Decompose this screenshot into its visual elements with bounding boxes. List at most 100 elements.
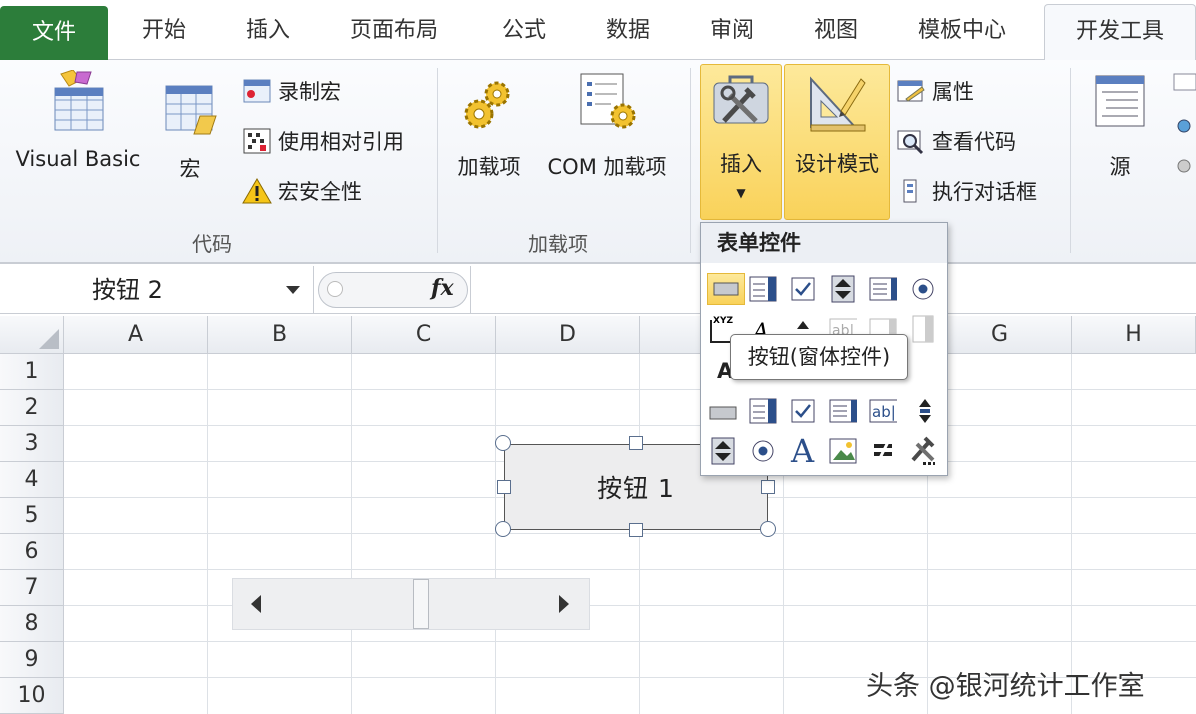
tab-developer[interactable]: 开发工具 [1044,4,1196,62]
activex-label-icon[interactable]: A [789,434,817,464]
row-header[interactable]: 8 [0,606,64,642]
activex-button-icon[interactable] [709,399,737,427]
column-header[interactable]: D [496,316,640,354]
gears-icon [464,81,510,129]
relative-references-button[interactable]: 使用相对引用 [242,126,404,156]
resize-handle[interactable] [761,480,775,494]
tab-data[interactable]: 数据 [606,14,650,48]
activex-spin-button-icon[interactable] [709,437,737,465]
properties-icon [897,80,925,102]
column-header[interactable]: C [352,316,496,354]
activex-text-box-icon[interactable]: ab| [869,397,897,425]
activex-toggle-button-icon[interactable] [869,437,897,465]
row-header[interactable]: 3 [0,426,64,462]
view-code-button[interactable]: 查看代码 [896,126,1016,156]
xml-source-icon [1095,75,1145,127]
scroll-right-icon[interactable] [559,595,569,613]
com-addins-label: COM 加载项 [547,155,667,179]
resize-handle[interactable] [629,436,643,450]
gridline [64,425,1196,426]
gridline [351,354,352,714]
row-header[interactable]: 9 [0,642,64,678]
combo-dropdown-icon[interactable] [909,315,937,343]
insert-control-label: 插入 [720,152,762,176]
scrollbar-control[interactable] [232,578,590,630]
combo-box-icon[interactable] [749,275,777,303]
view-code-icon [897,130,924,155]
more-controls-icon[interactable] [907,436,935,465]
svg-text:A: A [790,434,815,464]
record-macro-button[interactable]: 录制宏 [242,76,341,106]
button-control-icon[interactable] [707,273,745,305]
column-header[interactable]: A [64,316,208,354]
macro-security-button[interactable]: 宏安全性 [242,176,362,206]
corner-triangle-icon [39,329,59,349]
scroll-thumb[interactable] [413,579,429,629]
checkbox-icon[interactable] [789,275,817,303]
macros-button[interactable]: 宏 [160,82,220,183]
row-header[interactable]: 2 [0,390,64,426]
resize-handle[interactable] [495,435,511,451]
xml-small-icons [1170,70,1196,190]
macros-icon [165,85,217,135]
tab-review[interactable]: 审阅 [710,14,754,48]
addins-label: 加载项 [457,155,521,179]
activex-combo-box-icon[interactable] [749,397,777,425]
row-header[interactable]: 7 [0,570,64,606]
ribbon-tab-bar: 文件 开始 插入 页面布局 公式 数据 审阅 视图 模板中心 开发工具 [0,0,1196,62]
tab-page-layout[interactable]: 页面布局 [350,14,438,48]
group-separator [690,68,691,253]
properties-button[interactable]: 属性 [896,76,974,106]
row-header[interactable]: 4 [0,462,64,498]
name-box-dropdown-icon[interactable] [286,286,300,294]
addins-button[interactable]: 加载项 [450,76,528,181]
resize-handle[interactable] [760,521,776,537]
run-dialog-button[interactable]: 执行对话框 [896,176,1037,206]
resize-handle[interactable] [629,523,643,537]
scroll-left-icon[interactable] [251,595,261,613]
tab-file[interactable]: 文件 [0,6,108,60]
design-mode-icon [810,76,866,132]
name-box[interactable]: 按钮 2 [0,266,314,314]
activex-list-box-icon[interactable] [829,397,857,425]
chevron-down-icon: ▼ [736,186,746,200]
fx-icon[interactable]: fx [431,275,454,301]
activex-image-icon[interactable] [829,437,857,465]
xml-source-button[interactable]: 源 [1086,72,1154,181]
column-header[interactable]: B [208,316,352,354]
activex-option-button-icon[interactable] [749,437,777,465]
com-addins-button[interactable]: COM 加载项 [534,72,680,181]
gridline [64,641,1196,642]
visual-basic-label: Visual Basic [15,147,141,171]
row-header[interactable]: 6 [0,534,64,570]
toolbox-icon [713,75,769,124]
design-mode-button[interactable]: 设计模式 [784,64,890,220]
tab-template-center[interactable]: 模板中心 [918,14,1006,48]
tab-insert[interactable]: 插入 [246,14,290,48]
group-label-code: 代码 [192,232,232,256]
row-header[interactable]: 1 [0,354,64,390]
tab-home[interactable]: 开始 [142,14,186,48]
column-header[interactable]: H [1072,316,1196,354]
expand-icon[interactable] [327,281,343,297]
resize-handle[interactable] [495,521,511,537]
tab-view[interactable]: 视图 [814,14,858,48]
record-macro-icon [243,79,271,103]
column-header[interactable]: G [928,316,1072,354]
formula-controls: fx [318,272,468,308]
form-controls-title: 表单控件 [701,223,947,263]
tab-formulas[interactable]: 公式 [502,14,546,48]
select-all-corner[interactable] [0,316,64,354]
resize-handle[interactable] [497,480,511,494]
activex-checkbox-icon[interactable] [789,397,817,425]
insert-control-button[interactable]: 插入 ▼ [700,64,782,220]
list-box-icon[interactable] [869,275,897,303]
visual-basic-button[interactable]: Visual Basic [8,69,148,171]
activex-scroll-bar-icon[interactable] [911,397,939,425]
design-mode-label: 设计模式 [795,152,879,176]
option-button-icon[interactable] [909,275,937,303]
spin-button-icon[interactable] [829,275,857,303]
row-header[interactable]: 5 [0,498,64,534]
row-header[interactable]: 10 [0,678,64,714]
formula-bar: 按钮 2 fx [0,266,1196,314]
